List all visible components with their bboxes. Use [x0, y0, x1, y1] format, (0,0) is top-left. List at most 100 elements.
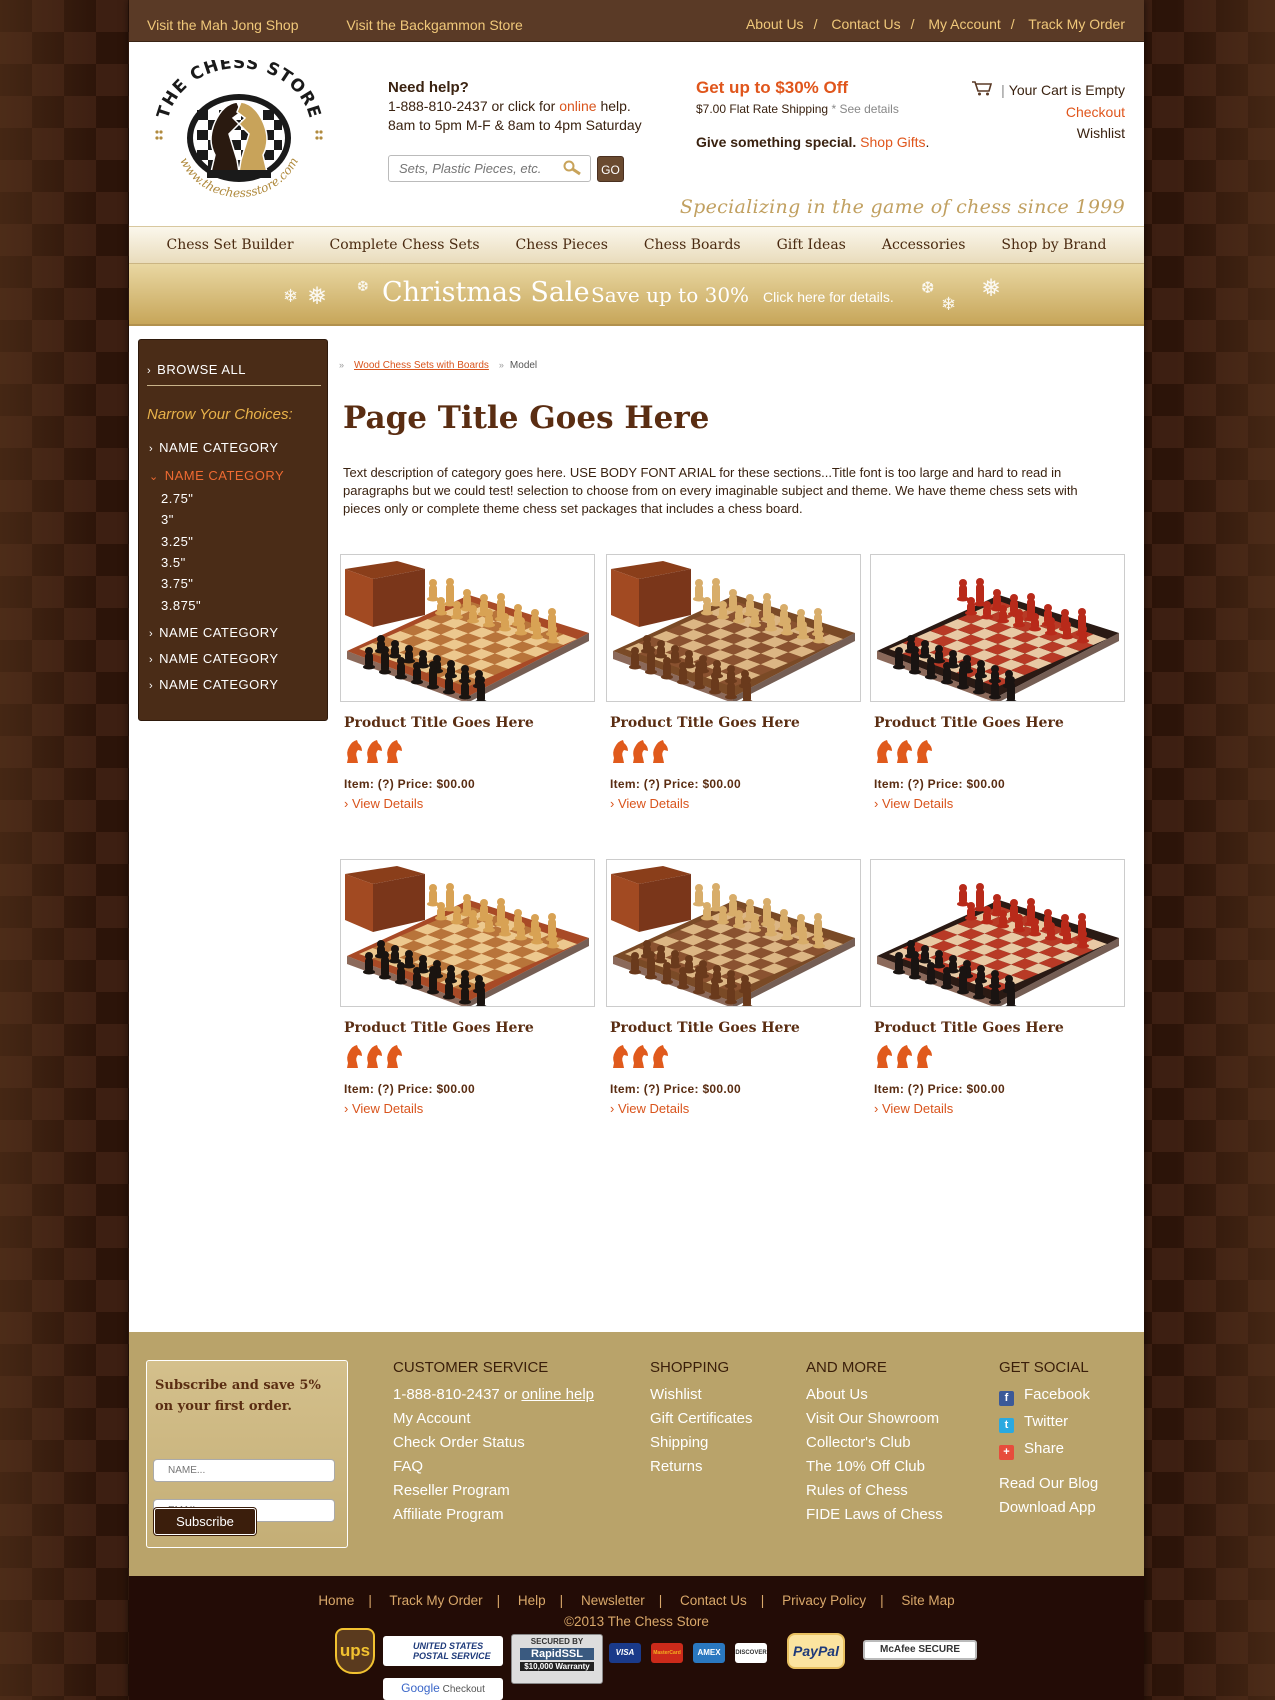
view-details-link[interactable]: › View Details [874, 796, 953, 811]
product-card[interactable]: Product Title Goes Here Item: (?) Price: … [606, 554, 861, 811]
sidebar-category-active[interactable]: ⌄ NAME CATEGORY [149, 468, 284, 483]
product-title[interactable]: Product Title Goes Here [874, 1020, 1125, 1036]
search-go-button[interactable]: GO [597, 156, 624, 182]
size-option[interactable]: 3" [161, 512, 174, 527]
backgammon-store-link[interactable]: Visit the Backgammon Store [346, 17, 522, 33]
nav-chess-pieces[interactable]: Chess Pieces [498, 227, 626, 263]
footer-gift-certificates-link[interactable]: Gift Certificates [650, 1410, 753, 1427]
bottom-home-link[interactable]: Home [318, 1593, 354, 1608]
nav-gift-ideas[interactable]: Gift Ideas [759, 227, 864, 263]
mahjong-shop-link[interactable]: Visit the Mah Jong Shop [147, 17, 299, 33]
footer-wishlist-link[interactable]: Wishlist [650, 1386, 702, 1403]
download-app-link[interactable]: Download App [999, 1499, 1096, 1516]
cart-icon[interactable] [971, 80, 993, 102]
footer-my-account-link[interactable]: My Account [393, 1410, 471, 1427]
product-image[interactable] [870, 859, 1125, 1007]
size-option[interactable]: 3.75" [161, 576, 193, 591]
product-price: Item: (?) Price: $00.00 [874, 1082, 1005, 1096]
nav-accessories[interactable]: Accessories [864, 227, 984, 263]
twitter-link[interactable]: Twitter [1024, 1413, 1068, 1430]
search-icon[interactable] [562, 160, 582, 179]
shipping-details-link[interactable]: * See details [831, 102, 898, 116]
product-image[interactable] [340, 859, 595, 1007]
footer-shipping-link[interactable]: Shipping [650, 1434, 708, 1451]
checkout-link[interactable]: Checkout [1066, 104, 1125, 120]
view-details-link[interactable]: › View Details [610, 796, 689, 811]
product-rating [344, 1043, 595, 1069]
nav-complete-chess-sets[interactable]: Complete Chess Sets [312, 227, 498, 263]
footer-fide-link[interactable]: FIDE Laws of Chess [806, 1506, 943, 1523]
category-label: NAME CATEGORY [159, 625, 279, 640]
browse-all-label: BROWSE ALL [157, 362, 246, 377]
sidebar-category[interactable]: › NAME CATEGORY [149, 440, 279, 455]
wishlist-link[interactable]: Wishlist [1077, 125, 1125, 141]
chevron-right-icon: › [610, 1101, 618, 1116]
nav-chess-set-builder[interactable]: Chess Set Builder [149, 227, 312, 263]
breadcrumb-link[interactable]: Wood Chess Sets with Boards [354, 360, 489, 371]
bottom-newsletter-link[interactable]: Newsletter [581, 1593, 645, 1608]
footer-about-link[interactable]: About Us [806, 1386, 868, 1403]
size-option[interactable]: 3.875" [161, 598, 201, 613]
bottom-contact-link[interactable]: Contact Us [680, 1593, 747, 1608]
bottom-sitemap-link[interactable]: Site Map [901, 1593, 954, 1608]
my-account-link[interactable]: My Account [928, 16, 1000, 32]
footer-10off-link[interactable]: The 10% Off Club [806, 1458, 925, 1475]
subscribe-button[interactable]: Subscribe [154, 1508, 256, 1535]
bottom-privacy-link[interactable]: Privacy Policy [782, 1593, 866, 1608]
size-option[interactable]: 2.75" [161, 491, 193, 506]
product-card[interactable]: Product Title Goes Here Item: (?) Price: … [340, 554, 595, 811]
product-card[interactable]: Product Title Goes Here Item: (?) Price: … [340, 859, 595, 1116]
product-title[interactable]: Product Title Goes Here [610, 1020, 861, 1036]
footer-online-help-link[interactable]: online help [521, 1386, 594, 1403]
search-input[interactable] [389, 156, 554, 181]
shop-gifts-link[interactable]: Shop Gifts [860, 134, 925, 150]
product-image[interactable] [340, 554, 595, 702]
sidebar-category[interactable]: › NAME CATEGORY [149, 677, 279, 692]
facebook-link[interactable]: Facebook [1024, 1386, 1090, 1403]
size-option[interactable]: 3.5" [161, 555, 186, 570]
product-title[interactable]: Product Title Goes Here [874, 715, 1125, 731]
bottom-bar: Home | Track My Order | Help | Newsletter | … [129, 1576, 1144, 1700]
product-image[interactable] [606, 554, 861, 702]
blog-link[interactable]: Read Our Blog [999, 1475, 1098, 1492]
separator: | [760, 1593, 765, 1608]
cart-status-link[interactable]: Your Cart is Empty [1009, 82, 1125, 98]
footer-reseller-link[interactable]: Reseller Program [393, 1482, 510, 1499]
product-image[interactable] [606, 859, 861, 1007]
view-details-link[interactable]: › View Details [610, 1101, 689, 1116]
product-image[interactable] [870, 554, 1125, 702]
share-link[interactable]: Share [1024, 1440, 1064, 1457]
sidebar-category[interactable]: › NAME CATEGORY [149, 651, 279, 666]
view-details-link[interactable]: › View Details [344, 1101, 423, 1116]
product-card[interactable]: Product Title Goes Here Item: (?) Price: … [870, 554, 1125, 811]
nav-chess-boards[interactable]: Chess Boards [626, 227, 759, 263]
view-details-link[interactable]: › View Details [874, 1101, 953, 1116]
track-order-link[interactable]: Track My Order [1028, 16, 1125, 32]
footer-returns-link[interactable]: Returns [650, 1458, 703, 1475]
bottom-track-link[interactable]: Track My Order [389, 1593, 482, 1608]
footer-showroom-link[interactable]: Visit Our Showroom [806, 1410, 939, 1427]
footer-affiliate-link[interactable]: Affiliate Program [393, 1506, 504, 1523]
browse-all[interactable]: › BROWSE ALL [147, 362, 321, 386]
view-details-link[interactable]: › View Details [344, 796, 423, 811]
subscribe-name-input[interactable] [153, 1459, 335, 1482]
product-card[interactable]: Product Title Goes Here Item: (?) Price: … [870, 859, 1125, 1116]
product-title[interactable]: Product Title Goes Here [344, 1020, 595, 1036]
footer-faq-link[interactable]: FAQ [393, 1458, 423, 1475]
size-option[interactable]: 3.25" [161, 534, 193, 549]
footer-collectors-link[interactable]: Collector's Club [806, 1434, 911, 1451]
footer-rules-link[interactable]: Rules of Chess [806, 1482, 908, 1499]
bottom-help-link[interactable]: Help [518, 1593, 546, 1608]
nav-shop-by-brand[interactable]: Shop by Brand [983, 227, 1124, 263]
christmas-sale-banner[interactable]: ❄ ❅ ❆ Christmas Sale Save up to 30% Clic… [129, 264, 1144, 326]
google-checkout-word: Checkout [442, 1684, 485, 1695]
about-us-link[interactable]: About Us [746, 16, 804, 32]
product-title[interactable]: Product Title Goes Here [344, 715, 595, 731]
product-card[interactable]: Product Title Goes Here Item: (?) Price: … [606, 859, 861, 1116]
product-title[interactable]: Product Title Goes Here [610, 715, 861, 731]
footer-order-status-link[interactable]: Check Order Status [393, 1434, 525, 1451]
sidebar-category[interactable]: › NAME CATEGORY [149, 625, 279, 640]
online-help-link[interactable]: online [559, 98, 596, 114]
site-logo[interactable]: THE CHESS STORE www.thechessstore.com [149, 53, 329, 210]
contact-us-link[interactable]: Contact Us [831, 16, 900, 32]
